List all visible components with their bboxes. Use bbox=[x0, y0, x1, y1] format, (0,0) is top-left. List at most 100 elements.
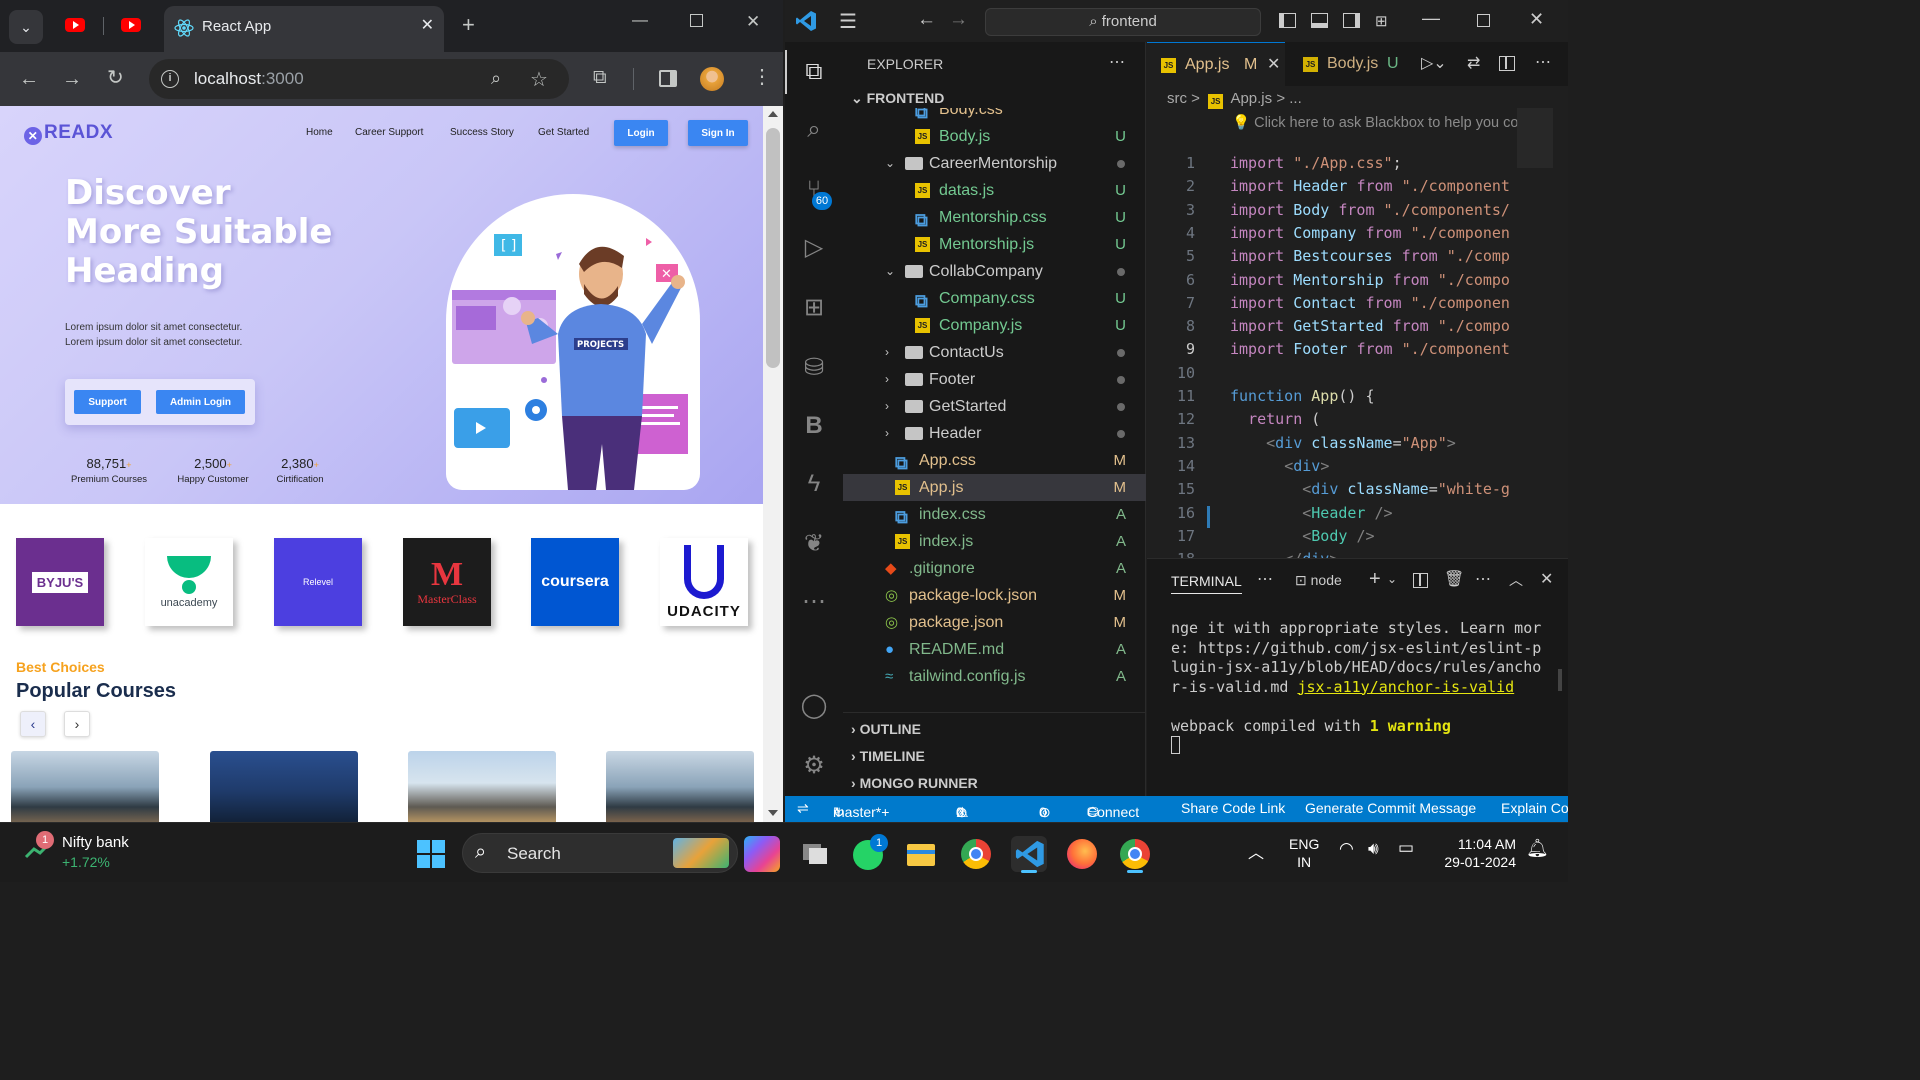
whatsapp-icon[interactable]: 1 bbox=[850, 834, 888, 872]
chrome-profile-icon[interactable] bbox=[1117, 836, 1153, 873]
thunder-client-icon[interactable]: ϟ bbox=[798, 468, 830, 500]
explorer-files-icon[interactable]: ⧉ bbox=[798, 56, 830, 88]
tree-row[interactable]: ⧉ index.css A bbox=[843, 501, 1146, 528]
tree-row[interactable]: › ContactUs bbox=[843, 339, 1146, 366]
terminal-tab[interactable]: TERMINAL bbox=[1171, 573, 1242, 594]
nav-career-support[interactable]: Career Support bbox=[355, 127, 423, 138]
search-icon[interactable]: ⌕ bbox=[798, 114, 830, 146]
profile-avatar[interactable] bbox=[700, 67, 724, 91]
close-tab-icon[interactable]: ✕ bbox=[1267, 43, 1280, 87]
editor-more-icon[interactable]: ⋯ bbox=[1535, 52, 1551, 72]
show-hidden-icons[interactable]: ︿ bbox=[1248, 839, 1264, 863]
tab-app-js[interactable]: JS App.js M ✕ bbox=[1147, 42, 1285, 86]
new-tab-button[interactable]: + bbox=[462, 12, 475, 38]
file-explorer-icon[interactable] bbox=[903, 836, 939, 872]
tree-row[interactable]: JS Company.js U bbox=[843, 312, 1146, 339]
split-terminal-icon[interactable] bbox=[1413, 573, 1428, 588]
course-card-image[interactable] bbox=[408, 751, 556, 822]
close-window-icon[interactable]: ✕ bbox=[1529, 9, 1544, 30]
reload-icon[interactable]: ↻ bbox=[107, 68, 124, 88]
tree-row[interactable]: ● README.md A bbox=[843, 636, 1146, 663]
address-bar[interactable]: i localhost:3000 ⌕ ☆ bbox=[149, 59, 569, 99]
site-info-icon[interactable]: i bbox=[161, 70, 179, 88]
tree-row[interactable]: ⧉ Body.css bbox=[843, 108, 1146, 123]
split-editor-icon[interactable] bbox=[1499, 56, 1515, 71]
extensions-icon[interactable]: ⧉ bbox=[593, 68, 607, 88]
settings-gear-icon[interactable]: ⚙ bbox=[798, 750, 830, 782]
carousel-next-button[interactable]: › bbox=[64, 711, 90, 737]
language-indicator[interactable]: ENG IN bbox=[1289, 835, 1319, 871]
stock-widget-icon[interactable]: 1 bbox=[24, 831, 54, 861]
explorer-more-icon[interactable]: ⋯ bbox=[1109, 52, 1125, 72]
tree-row[interactable]: ⌄ CollabCompany bbox=[843, 258, 1146, 285]
notification-bell-icon[interactable]: 🔔︎ bbox=[1526, 838, 1549, 859]
outline-section[interactable]: › OUTLINE bbox=[851, 721, 921, 737]
nav-get-started[interactable]: Get Started bbox=[538, 127, 589, 138]
nav-back-icon[interactable]: ← bbox=[917, 9, 936, 31]
nav-home[interactable]: Home bbox=[306, 127, 333, 138]
root-folder-header[interactable]: ⌄ FRONTEND bbox=[851, 90, 944, 107]
mongodb-leaf-icon[interactable]: ❦ bbox=[798, 528, 830, 560]
customize-layout-icon[interactable]: ⊞ bbox=[1375, 12, 1392, 30]
panel-more-icon[interactable]: ⋯ bbox=[1257, 569, 1273, 589]
logo-masterclass[interactable]: M MasterClass bbox=[403, 538, 491, 626]
remote-indicator-icon[interactable]: ⇌ bbox=[797, 800, 809, 817]
nav-success-story[interactable]: Success Story bbox=[450, 127, 514, 138]
signin-button[interactable]: Sign In bbox=[688, 120, 748, 146]
course-card-image[interactable] bbox=[210, 751, 358, 822]
more-views-icon[interactable]: ⋯ bbox=[798, 586, 830, 618]
toggle-secondary-sidebar-icon[interactable] bbox=[1343, 13, 1360, 28]
tree-row[interactable]: › Header bbox=[843, 420, 1146, 447]
youtube-tab-icon[interactable] bbox=[121, 18, 141, 32]
logo-coursera[interactable]: coursera bbox=[531, 538, 619, 626]
generate-commit-message[interactable]: Generate Commit Message bbox=[1305, 800, 1476, 816]
site-logo[interactable]: ✕ READX bbox=[24, 122, 113, 145]
blackbox-hint[interactable]: 💡 Click here to ask Blackbox to help you… bbox=[1232, 114, 1518, 131]
new-terminal-icon[interactable]: + bbox=[1369, 568, 1381, 591]
volume-icon[interactable]: 🔊︎ bbox=[1368, 839, 1379, 859]
logo-unacademy[interactable]: unacademy bbox=[145, 538, 233, 626]
breadcrumb-file[interactable]: App.js bbox=[1230, 90, 1272, 107]
menu-hamburger-icon[interactable]: ☰ bbox=[839, 9, 857, 34]
menu-kebab-icon[interactable]: ⋮ bbox=[752, 67, 772, 87]
minimize-icon[interactable]: — bbox=[632, 12, 648, 30]
terminal-shell[interactable]: ⊡ node bbox=[1295, 572, 1342, 589]
support-button[interactable]: Support bbox=[74, 390, 141, 414]
login-button[interactable]: Login bbox=[614, 120, 668, 146]
kill-terminal-icon[interactable]: 🗑 bbox=[1444, 569, 1464, 589]
compare-changes-icon[interactable]: ⇄ bbox=[1467, 53, 1480, 73]
blackbox-icon[interactable]: B bbox=[798, 410, 830, 442]
carousel-prev-button[interactable]: ‹ bbox=[20, 711, 46, 737]
bookmark-star-icon[interactable]: ☆ bbox=[530, 67, 548, 92]
tree-row[interactable]: ⧉ Mentorship.css U bbox=[843, 204, 1146, 231]
toggle-primary-sidebar-icon[interactable] bbox=[1279, 13, 1296, 28]
forward-icon[interactable]: → bbox=[62, 69, 82, 89]
mongo-runner-section[interactable]: › MONGO RUNNER bbox=[851, 775, 978, 791]
chevron-down-icon[interactable]: ⌄ bbox=[1387, 572, 1397, 586]
breadcrumb-src[interactable]: src bbox=[1167, 90, 1187, 107]
tree-row[interactable]: ⧉ App.css M bbox=[843, 447, 1146, 474]
course-card-image[interactable] bbox=[11, 751, 159, 822]
copilot-icon[interactable] bbox=[744, 836, 780, 872]
tab-react-app[interactable]: React App ✕ bbox=[164, 6, 444, 52]
nav-forward-icon[interactable]: → bbox=[949, 9, 968, 31]
side-panel-icon[interactable] bbox=[659, 70, 677, 87]
admin-login-button[interactable]: Admin Login bbox=[156, 390, 245, 414]
logo-relevel[interactable]: Relevel bbox=[274, 538, 362, 626]
tree-row[interactable]: JS App.js M bbox=[843, 474, 1146, 501]
start-button[interactable] bbox=[413, 836, 449, 872]
tree-row[interactable]: › Footer bbox=[843, 366, 1146, 393]
command-center[interactable]: ⌕ frontend bbox=[985, 8, 1261, 36]
tab-search-button[interactable]: ⌄ bbox=[9, 10, 43, 44]
task-view-icon[interactable] bbox=[797, 836, 833, 872]
maximize-icon[interactable] bbox=[1477, 14, 1490, 27]
logo-udacity[interactable]: UDACITY bbox=[660, 538, 748, 626]
close-window-icon[interactable]: ✕ bbox=[746, 12, 760, 32]
chrome-icon[interactable] bbox=[958, 836, 994, 872]
share-code-link[interactable]: Share Code Link bbox=[1181, 800, 1285, 816]
tree-row[interactable]: › GetStarted bbox=[843, 393, 1146, 420]
tree-row[interactable]: JS index.js A bbox=[843, 528, 1146, 555]
accounts-icon[interactable]: ◯ bbox=[798, 690, 830, 722]
tree-row[interactable]: ⧉ Company.css U bbox=[843, 285, 1146, 312]
run-icon[interactable]: ▷⌄ bbox=[1421, 53, 1447, 73]
